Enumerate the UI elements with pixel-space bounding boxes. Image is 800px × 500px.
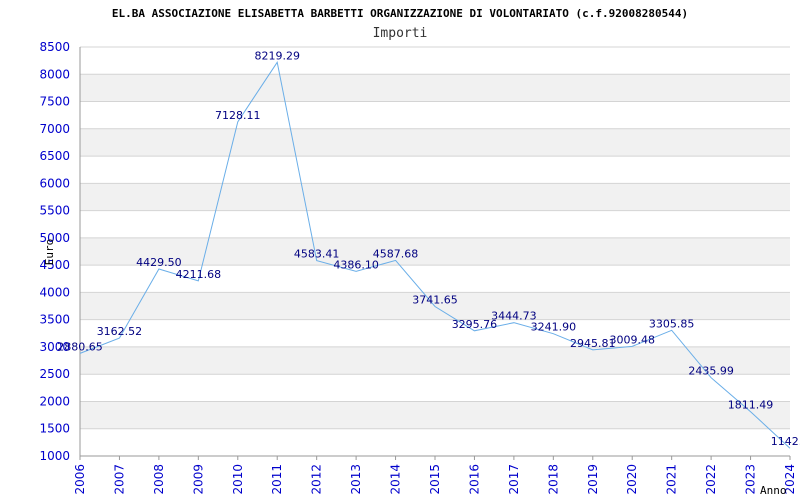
x-tick-label: 2010 [231, 464, 245, 495]
y-tick-label: 1000 [39, 449, 70, 463]
data-label: 3162.52 [97, 325, 143, 338]
plot-band [80, 74, 790, 102]
data-label: 4587.68 [373, 247, 419, 260]
x-tick-label: 2009 [191, 464, 205, 495]
x-tick-label: 2019 [586, 464, 600, 495]
x-tick-label: 2015 [428, 464, 442, 495]
y-tick-label: 2500 [39, 367, 70, 381]
y-tick-label: 8000 [39, 67, 70, 81]
data-label: 3305.85 [649, 317, 695, 330]
plot-background-bands [80, 47, 790, 456]
y-tick-label: 3500 [39, 313, 70, 327]
y-tick-label: 8500 [39, 40, 70, 54]
x-tick-label: 2012 [310, 464, 324, 495]
data-label: 3009.48 [609, 333, 655, 346]
x-tick-label: 2006 [73, 464, 87, 495]
x-tick-label: 2013 [349, 464, 363, 495]
plot-band [80, 237, 790, 266]
data-label: 4211.68 [176, 268, 222, 281]
data-label: 3241.90 [531, 321, 577, 334]
plot-band [80, 128, 790, 157]
y-tick-label: 2000 [39, 394, 70, 408]
y-tick-label: 5500 [39, 204, 70, 218]
chart-title: EL.BA ASSOCIAZIONE ELISABETTA BARBETTI O… [112, 7, 688, 20]
y-tick-label: 4000 [39, 285, 70, 299]
x-tick-label: 2008 [152, 464, 166, 495]
x-tick-labels: 2006 2007 2008 2009 2010 2011 2012 2013 2014 2015… [73, 456, 797, 495]
data-label: 2880.65 [57, 340, 103, 353]
y-tick-label: 6500 [39, 149, 70, 163]
chart-subtitle: Importi [373, 26, 428, 41]
plot-band [80, 210, 790, 238]
y-axis-label: Euro [43, 239, 56, 266]
data-label: 1142.8 [771, 435, 800, 448]
y-tick-label: 7000 [39, 122, 70, 136]
x-tick-label: 2018 [546, 464, 560, 495]
plot-band [80, 428, 790, 456]
x-tick-label: 2021 [665, 464, 679, 495]
x-tick-label: 2020 [625, 464, 639, 495]
x-axis-label: Anno [760, 484, 787, 497]
data-label: 7128.11 [215, 109, 261, 122]
x-tick-label: 2011 [270, 464, 284, 495]
plot-band [80, 346, 790, 375]
plot-band [80, 183, 790, 211]
data-label: 2435.99 [688, 365, 734, 378]
plot-band [80, 101, 790, 129]
plot-band [80, 374, 790, 402]
x-tick-label: 2017 [507, 464, 521, 495]
x-tick-label: 2007 [112, 464, 126, 495]
plot-band [80, 156, 790, 184]
y-tick-label: 1500 [39, 422, 70, 436]
x-tick-label: 2016 [467, 464, 481, 495]
plot-band [80, 47, 790, 75]
y-tick-label: 7500 [39, 95, 70, 109]
y-tick-label: 6000 [39, 176, 70, 190]
plot-band [80, 401, 790, 429]
data-label: 3741.65 [412, 293, 458, 306]
line-chart: EL.BA ASSOCIAZIONE ELISABETTA BARBETTI O… [39, 7, 800, 497]
data-label: 1811.49 [728, 399, 774, 412]
x-tick-label: 2022 [704, 464, 718, 495]
data-label: 8219.29 [254, 49, 300, 62]
x-tick-label: 2014 [389, 464, 403, 495]
x-tick-label: 2023 [744, 464, 758, 495]
